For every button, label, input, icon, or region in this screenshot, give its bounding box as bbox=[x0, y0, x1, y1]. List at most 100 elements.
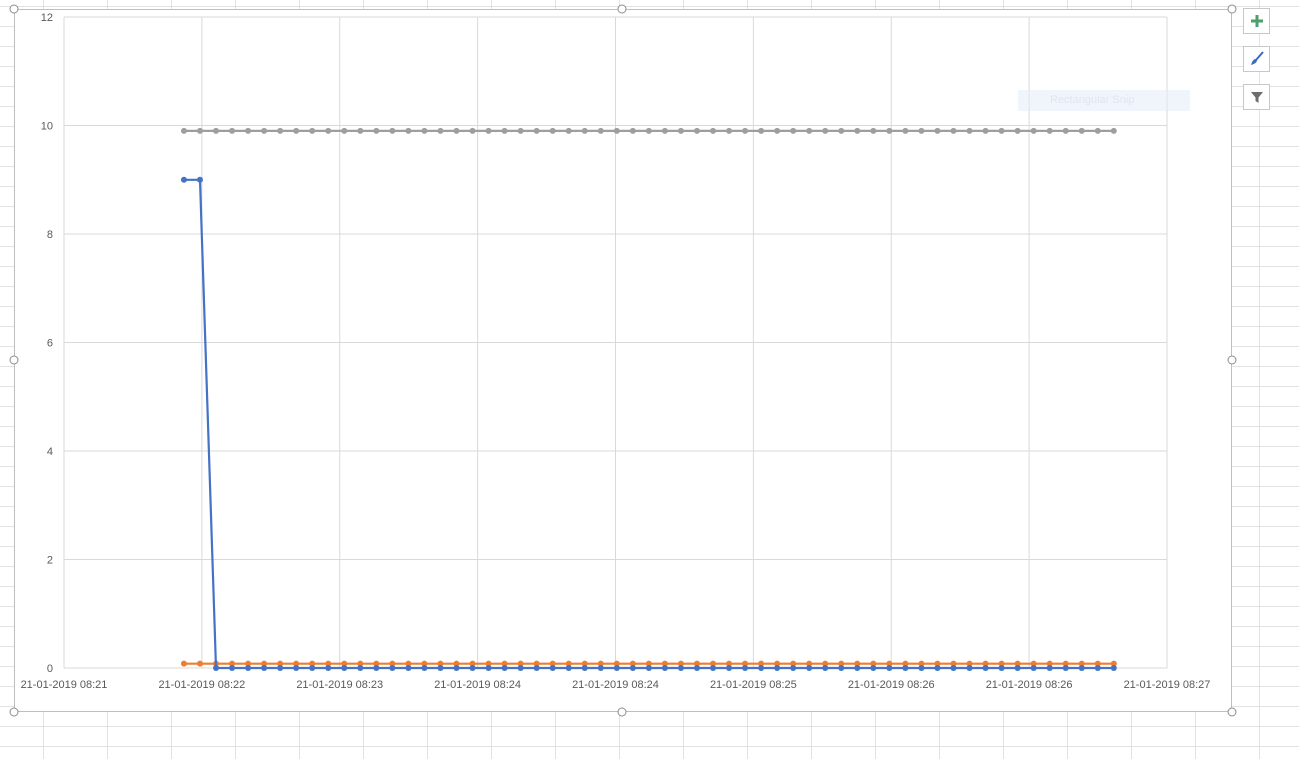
data-point bbox=[581, 127, 588, 134]
x-tick-label: 21-01-2019 08:26 bbox=[848, 679, 935, 691]
series-line bbox=[184, 178, 1114, 670]
resize-handle[interactable] bbox=[617, 707, 627, 717]
data-point bbox=[693, 127, 700, 134]
data-point bbox=[405, 127, 412, 134]
data-point bbox=[742, 127, 749, 134]
data-point bbox=[533, 665, 540, 671]
funnel-icon bbox=[1250, 92, 1263, 103]
data-point bbox=[902, 665, 909, 671]
data-point bbox=[966, 127, 973, 134]
data-point bbox=[357, 127, 364, 134]
data-point bbox=[854, 127, 861, 134]
data-point bbox=[1110, 665, 1117, 671]
data-point bbox=[421, 665, 428, 671]
x-tick-label: 21-01-2019 08:26 bbox=[986, 679, 1073, 691]
data-point bbox=[597, 665, 604, 671]
data-point bbox=[196, 660, 203, 667]
resize-handle[interactable] bbox=[617, 4, 627, 14]
data-point bbox=[838, 127, 845, 134]
x-tick-label: 21-01-2019 08:25 bbox=[710, 679, 797, 691]
data-point bbox=[710, 665, 717, 671]
data-point bbox=[357, 665, 364, 671]
data-point bbox=[245, 127, 252, 134]
x-tick-label: 21-01-2019 08:24 bbox=[572, 679, 659, 691]
data-point bbox=[485, 127, 492, 134]
data-point bbox=[1030, 127, 1037, 134]
y-tick-label: 0 bbox=[47, 663, 53, 675]
data-point bbox=[1062, 127, 1069, 134]
data-point bbox=[469, 665, 476, 671]
data-point bbox=[533, 127, 540, 134]
chart-filters-button[interactable] bbox=[1243, 84, 1270, 110]
ghost-tooltip: Rectangular Snip bbox=[1018, 90, 1190, 111]
resize-handle[interactable] bbox=[1227, 355, 1237, 365]
data-point bbox=[437, 127, 444, 134]
data-point bbox=[213, 127, 220, 134]
series-layer bbox=[180, 127, 1117, 671]
data-point bbox=[453, 127, 460, 134]
data-point bbox=[229, 665, 236, 671]
data-point bbox=[677, 127, 684, 134]
data-point bbox=[373, 127, 380, 134]
data-point bbox=[1046, 665, 1053, 671]
data-point bbox=[886, 127, 893, 134]
data-point bbox=[485, 665, 492, 671]
data-point bbox=[1062, 665, 1069, 671]
data-point bbox=[549, 665, 556, 671]
data-point bbox=[966, 665, 973, 671]
y-tick-label: 6 bbox=[47, 338, 53, 350]
data-point bbox=[950, 127, 957, 134]
data-point bbox=[677, 665, 684, 671]
data-point bbox=[180, 176, 187, 183]
data-point bbox=[645, 665, 652, 671]
y-tick-label: 8 bbox=[47, 229, 53, 241]
data-point bbox=[565, 127, 572, 134]
data-point bbox=[549, 127, 556, 134]
data-point bbox=[1094, 665, 1101, 671]
data-point bbox=[325, 127, 332, 134]
resize-handle[interactable] bbox=[9, 355, 19, 365]
resize-handle[interactable] bbox=[9, 4, 19, 14]
chart-styles-button[interactable] bbox=[1243, 46, 1270, 72]
data-point bbox=[501, 127, 508, 134]
data-point bbox=[661, 127, 668, 134]
data-point bbox=[180, 660, 187, 667]
resize-handle[interactable] bbox=[1227, 707, 1237, 717]
data-point bbox=[982, 127, 989, 134]
data-point bbox=[261, 665, 268, 671]
data-point bbox=[517, 127, 524, 134]
y-tick-label: 10 bbox=[41, 121, 53, 133]
data-point bbox=[838, 665, 845, 671]
data-point bbox=[1110, 127, 1117, 134]
resize-handle[interactable] bbox=[1227, 4, 1237, 14]
data-point bbox=[437, 665, 444, 671]
data-point bbox=[693, 665, 700, 671]
resize-handle[interactable] bbox=[9, 707, 19, 717]
series-3 bbox=[180, 176, 1117, 671]
data-point bbox=[1094, 127, 1101, 134]
data-point bbox=[196, 176, 203, 183]
chart-area[interactable]: 0 2 4 6 8 10 12 21-01-2019 08:21 21-01-2019 08:… bbox=[14, 9, 1232, 712]
chart-elements-button[interactable] bbox=[1243, 8, 1270, 34]
data-point bbox=[389, 665, 396, 671]
data-point bbox=[822, 665, 829, 671]
data-point bbox=[309, 665, 316, 671]
data-point bbox=[726, 665, 733, 671]
data-point bbox=[934, 127, 941, 134]
data-point bbox=[918, 127, 925, 134]
data-point bbox=[1078, 665, 1085, 671]
data-point bbox=[613, 127, 620, 134]
data-point bbox=[213, 665, 220, 671]
data-point bbox=[870, 665, 877, 671]
y-tick-label: 2 bbox=[47, 555, 53, 567]
data-point bbox=[293, 665, 300, 671]
data-point bbox=[453, 665, 460, 671]
data-point bbox=[726, 127, 733, 134]
data-point bbox=[950, 665, 957, 671]
data-point bbox=[774, 665, 781, 671]
data-point bbox=[469, 127, 476, 134]
data-point bbox=[758, 127, 765, 134]
data-point bbox=[229, 127, 236, 134]
data-point bbox=[806, 127, 813, 134]
data-point bbox=[758, 665, 765, 671]
